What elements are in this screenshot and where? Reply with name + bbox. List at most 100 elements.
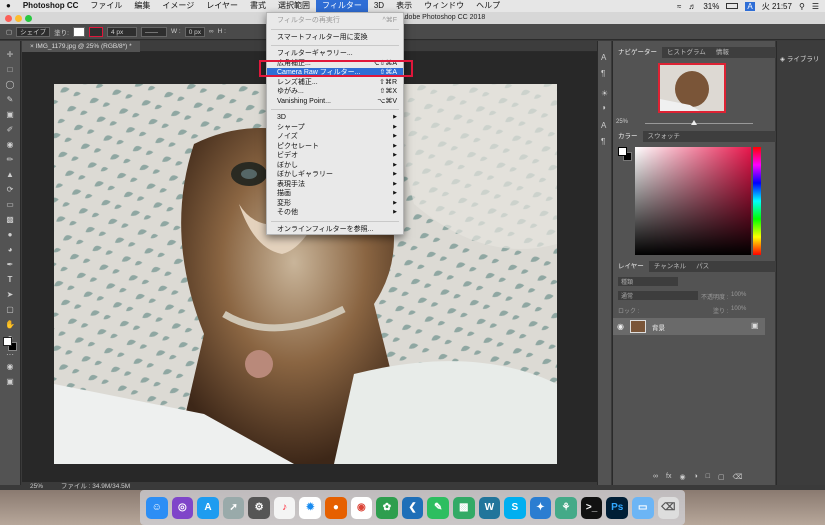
layer-row-background[interactable]: ◉ 背景 ▣: [613, 318, 765, 335]
filter-menu-item[interactable]: 3D ▶: [267, 113, 403, 122]
layer-name[interactable]: 背景: [652, 322, 665, 332]
group-icon[interactable]: □: [706, 473, 710, 481]
menu-view[interactable]: 表示: [390, 0, 418, 12]
clock[interactable]: 火 21:57: [762, 1, 792, 12]
menu-edit[interactable]: 編集: [128, 0, 156, 12]
menu-app[interactable]: Photoshop CC: [17, 0, 85, 12]
tool-preset-icon[interactable]: ▢: [6, 28, 12, 36]
stroke-width-input[interactable]: 4 px: [106, 26, 137, 37]
stroke-type-select[interactable]: ——: [140, 26, 167, 37]
history-brush-tool-icon[interactable]: ⟳: [5, 186, 15, 194]
close-window-button[interactable]: [5, 15, 12, 22]
paragraph2-panel-icon[interactable]: ¶: [601, 137, 605, 146]
finder-icon[interactable]: ☺: [146, 496, 168, 519]
visibility-eye-icon[interactable]: ◉: [617, 322, 624, 331]
width-input[interactable]: 0 px: [184, 26, 206, 37]
battery-text[interactable]: 31%: [703, 2, 719, 11]
tab-info[interactable]: 情報: [711, 47, 734, 58]
alfred-icon[interactable]: ⚘: [555, 496, 577, 519]
filter-menu-item[interactable]: 変形 ▶: [267, 199, 403, 208]
quick-select-tool-icon[interactable]: ✎: [5, 96, 15, 104]
sourcetree-icon[interactable]: ✿: [376, 496, 398, 519]
color-field[interactable]: [635, 147, 751, 255]
navigator-zoom-slider[interactable]: [645, 123, 753, 124]
link-icon[interactable]: ∞: [209, 28, 214, 35]
firefox-icon[interactable]: ●: [325, 496, 347, 519]
blur-tool-icon[interactable]: ●: [5, 231, 15, 239]
filter-menu-item[interactable]: シャープ ▶: [267, 123, 403, 132]
trash-bin-icon[interactable]: ⌫: [657, 496, 680, 519]
gradient-tool-icon[interactable]: ▩: [5, 216, 15, 224]
document-tab[interactable]: × IMG_1179.jpg @ 25% (RGB/8*) *: [22, 41, 140, 52]
tab-layers[interactable]: レイヤー: [613, 261, 649, 272]
opacity-value[interactable]: 100%: [731, 292, 746, 298]
filter-menu-item[interactable]: レンズ補正... ⇧⌘R: [267, 78, 403, 87]
eyedropper-tool-icon[interactable]: ✐: [5, 126, 15, 134]
siri-icon[interactable]: ◎: [171, 496, 194, 519]
apple-menu-icon[interactable]: ●: [0, 0, 17, 12]
fill-swatch[interactable]: [72, 26, 85, 37]
folder-icon[interactable]: ▭: [631, 496, 654, 519]
menu-file[interactable]: ファイル: [84, 0, 128, 12]
tab-histogram[interactable]: ヒストグラム: [662, 47, 711, 58]
filter-menu-item[interactable]: ぼかしギャラリー ▶: [267, 170, 403, 179]
menu-layer[interactable]: レイヤー: [200, 0, 244, 12]
spotlight-icon[interactable]: ⚲: [799, 2, 805, 11]
terminal-icon[interactable]: >_: [580, 496, 603, 519]
wifi-icon[interactable]: ≈: [677, 2, 681, 11]
trash-icon[interactable]: ⌫: [733, 473, 743, 481]
filter-menu-item[interactable]: 表現手法 ▶: [267, 180, 403, 189]
marquee-tool-icon[interactable]: □: [5, 66, 15, 74]
menu-window[interactable]: ウィンドウ: [418, 0, 470, 12]
photoshop-icon[interactable]: Ps: [606, 496, 628, 519]
fx-icon[interactable]: fx: [666, 473, 671, 481]
color-foreground[interactable]: [618, 147, 627, 156]
chrome-icon[interactable]: ◉: [350, 496, 373, 519]
shape-mode-select[interactable]: シェイプ: [16, 26, 51, 37]
eraser-tool-icon[interactable]: ▭: [5, 201, 15, 209]
navigator-zoom[interactable]: 25%: [616, 119, 628, 125]
zoom-level[interactable]: 25%: [30, 483, 43, 490]
properties-panel-icon[interactable]: ◑: [601, 103, 606, 112]
stroke-swatch[interactable]: [88, 26, 103, 37]
twitter-client-icon[interactable]: ✦: [529, 496, 552, 519]
launchpad-icon[interactable]: ➚: [222, 496, 245, 519]
skype-icon[interactable]: S: [504, 496, 526, 519]
menu-3d[interactable]: 3D: [368, 0, 390, 12]
layer-kind-filter[interactable]: 種類: [618, 277, 678, 286]
filter-menu-item[interactable]: 描画 ▶: [267, 189, 403, 198]
filter-menu-item[interactable]: ピクセレート ▶: [267, 142, 403, 151]
filter-menu-item[interactable]: ノイズ ▶: [267, 132, 403, 141]
quick-mask-icon[interactable]: ◉: [5, 363, 15, 371]
pen-tool-icon[interactable]: ✒: [5, 261, 15, 269]
paragraph-panel-icon[interactable]: ¶: [601, 69, 605, 78]
filter-menu-item[interactable]: Vanishing Point... ⌥⌘V: [267, 97, 403, 106]
new-layer-icon[interactable]: ▢: [718, 473, 725, 481]
filter-menu-item[interactable]: スマートフィルター用に変換: [267, 33, 403, 42]
dodge-tool-icon[interactable]: ◕: [5, 246, 15, 254]
filter-menu-item[interactable]: ゆがみ... ⇧⌘X: [267, 87, 403, 96]
safari-icon[interactable]: ✹: [299, 496, 322, 519]
filter-menu-item[interactable]: ぼかし ▶: [267, 161, 403, 170]
crop-tool-icon[interactable]: ▣: [5, 111, 15, 119]
tab-paths[interactable]: パス: [691, 261, 714, 272]
notification-icon[interactable]: ☰: [812, 2, 819, 11]
zoom-slider-thumb[interactable]: [691, 120, 697, 125]
shape-tool-icon[interactable]: ▢: [5, 306, 15, 314]
evernote-icon[interactable]: ✎: [427, 496, 449, 519]
lasso-tool-icon[interactable]: ◯: [5, 81, 15, 89]
adjustments-panel-icon[interactable]: ☀: [601, 89, 608, 98]
menu-filter[interactable]: フィルター: [316, 0, 368, 12]
wordpress-icon[interactable]: W: [478, 496, 501, 519]
link-layers-icon[interactable]: ∞: [653, 473, 658, 481]
path-select-tool-icon[interactable]: ➤: [5, 291, 15, 299]
tab-channels[interactable]: チャンネル: [649, 261, 691, 272]
tab-color[interactable]: カラー: [613, 131, 643, 142]
hand-tool-icon[interactable]: ✋: [5, 321, 15, 329]
menu-image[interactable]: イメージ: [156, 0, 200, 12]
hue-slider[interactable]: [753, 147, 761, 255]
filter-menu-item[interactable]: フィルターの再実行 ^⌘F: [267, 16, 403, 25]
filter-menu-item[interactable]: ビデオ ▶: [267, 151, 403, 160]
filter-menu-item[interactable]: その他 ▶: [267, 208, 403, 217]
clone-stamp-tool-icon[interactable]: ▲: [5, 171, 15, 179]
